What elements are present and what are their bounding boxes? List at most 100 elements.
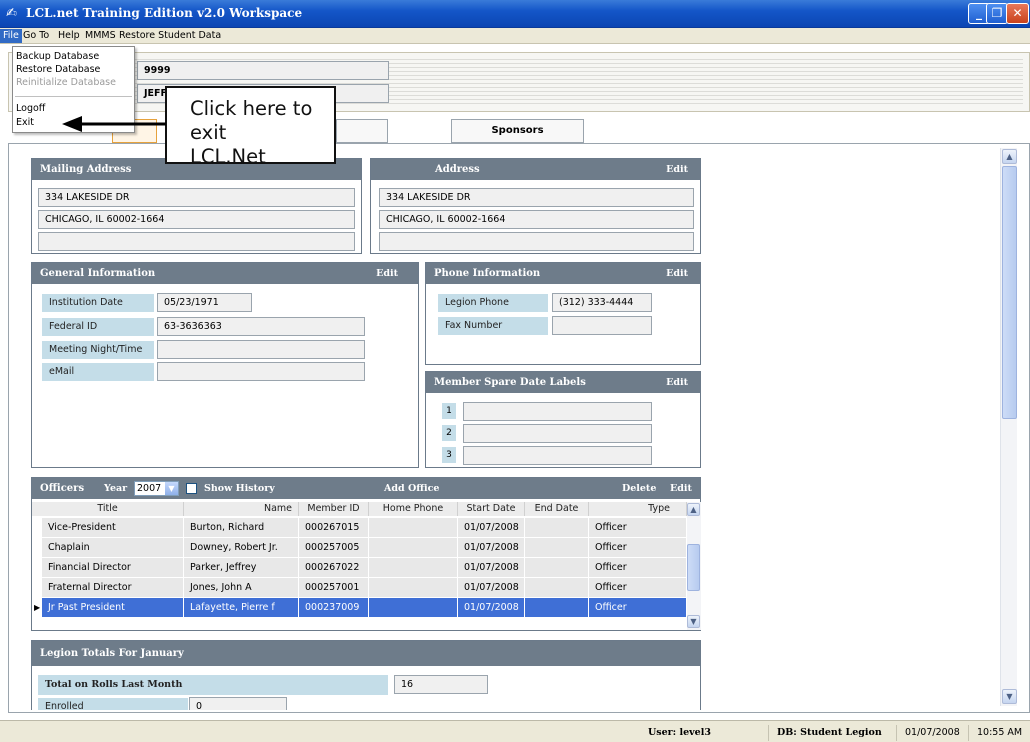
scroll-down-icon[interactable]: ▼ [1002, 689, 1017, 704]
table-cell-home-phone [369, 538, 458, 557]
table-cell-member-id: 000257001 [299, 578, 369, 597]
col-member-id[interactable]: Member ID [299, 502, 369, 516]
spare-number-2: 2 [442, 425, 456, 441]
physical-line-1: 334 LAKESIDE DR [379, 188, 694, 207]
col-name[interactable]: Name [184, 502, 299, 516]
table-cell-title: Vice-President [42, 518, 184, 537]
enrolled-label: Enrolled [38, 698, 188, 710]
table-cell-title: Fraternal Director [42, 578, 184, 597]
year-value: 2007 [137, 483, 162, 494]
officers-edit[interactable]: Edit [670, 478, 692, 499]
legion-totals-panel: Legion Totals For January Total on Rolls… [31, 640, 701, 710]
table-cell-end-date [525, 558, 589, 577]
menu-logoff[interactable]: Logoff [16, 102, 45, 115]
spare-field-3 [463, 446, 652, 465]
table-cell-start-date: 01/07/2008 [458, 518, 525, 537]
menu-reinitialize-database: Reinitialize Database [16, 77, 116, 88]
main-scrollbar[interactable]: ▲ ▼ [1000, 148, 1017, 706]
officers-scroll-up-icon[interactable]: ▲ [687, 503, 700, 516]
email-field [157, 362, 365, 381]
rolls-value: 16 [394, 675, 488, 694]
mailing-line-1: 334 LAKESIDE DR [38, 188, 355, 207]
spare-field-2 [463, 424, 652, 443]
status-user: User: level3 [648, 727, 711, 738]
physical-line-3 [379, 232, 694, 251]
table-cell-member-id: 000267022 [299, 558, 369, 577]
chevron-down-icon[interactable]: ▼ [165, 482, 178, 495]
officers-header: Officers [32, 478, 700, 499]
scroll-thumb[interactable] [1002, 166, 1017, 419]
physical-address-title: Address [371, 159, 700, 180]
spare-number-1: 1 [442, 403, 456, 419]
menu-backup-database[interactable]: Backup Database [16, 50, 99, 63]
delete-link[interactable]: Delete [622, 478, 656, 499]
phone-info-edit[interactable]: Edit [666, 263, 688, 284]
menu-file[interactable]: File [0, 29, 22, 43]
officers-scroll-thumb[interactable] [687, 544, 700, 591]
spare-field-1 [463, 402, 652, 421]
officers-scrollbar[interactable]: ▲ ▼ [687, 502, 701, 630]
physical-address-edit[interactable]: Edit [666, 159, 688, 180]
menu-restore-database[interactable]: Restore Database [16, 63, 100, 76]
tab-sponsors[interactable]: Sponsors [451, 119, 584, 143]
year-select[interactable]: 2007 ▼ [134, 481, 179, 496]
menu-exit[interactable]: Exit [16, 116, 34, 129]
menu-go-to[interactable]: Go To [20, 29, 52, 43]
menu-mmms[interactable]: MMMS [82, 29, 119, 43]
col-start-date[interactable]: Start Date [458, 502, 525, 516]
maximize-button[interactable]: ❐ [986, 3, 1008, 24]
institution-date-field: 05/23/1971 [157, 293, 252, 312]
table-cell-end-date [525, 518, 589, 537]
general-info-panel: General Information Edit Institution Dat… [31, 262, 419, 468]
year-label: Year [104, 483, 128, 494]
table-cell-name: Lafayette, Pierre f [184, 598, 299, 617]
mailing-line-3 [38, 232, 355, 251]
email-label: eMail [42, 363, 154, 381]
table-cell-end-date [525, 538, 589, 557]
col-end-date[interactable]: End Date [525, 502, 589, 516]
table-cell-start-date: 01/07/2008 [458, 558, 525, 577]
rolls-label: Total on Rolls Last Month [38, 675, 388, 695]
scroll-up-icon[interactable]: ▲ [1002, 149, 1017, 164]
table-cell-type: Officer [589, 538, 687, 557]
table-cell-type: Officer [589, 598, 687, 617]
tab-hidden[interactable] [336, 119, 388, 143]
table-cell-member-id: 000267015 [299, 518, 369, 537]
federal-id-label: Federal ID [42, 318, 154, 336]
fax-label: Fax Number [438, 317, 548, 335]
table-cell-name: Burton, Richard [184, 518, 299, 537]
officers-title: Officers [40, 483, 85, 494]
general-info-edit[interactable]: Edit [376, 263, 398, 284]
legion-phone-field: (312) 333-4444 [552, 293, 652, 312]
table-cell-name: Downey, Robert Jr. [184, 538, 299, 557]
col-title[interactable]: Title [32, 502, 184, 516]
menu-restore-student-data[interactable]: Restore Student Data [116, 29, 224, 43]
spare-number-3: 3 [442, 447, 456, 463]
table-cell-home-phone [369, 518, 458, 537]
phone-info-title: Phone Information [426, 263, 700, 284]
meeting-field [157, 340, 365, 359]
add-office-link[interactable]: Add Office [384, 478, 439, 499]
callout-line-2: LCL.Net [190, 145, 266, 168]
table-cell-end-date [525, 578, 589, 597]
general-info-title: General Information [32, 263, 418, 284]
legion-phone-label: Legion Phone [438, 294, 548, 312]
col-home-phone[interactable]: Home Phone [369, 502, 458, 516]
col-type[interactable]: Type [589, 502, 687, 516]
table-cell-type: Officer [589, 578, 687, 597]
row-selector-icon: ▶ [34, 603, 41, 612]
status-time: 10:55 AM [968, 725, 1030, 741]
officers-scroll-down-icon[interactable]: ▼ [687, 615, 700, 628]
status-bar: User: level3 DB: Student Legion 01/07/20… [0, 720, 1030, 742]
federal-id-field: 63-3636363 [157, 317, 365, 336]
menu-help[interactable]: Help [55, 29, 83, 43]
show-history-checkbox[interactable] [186, 483, 197, 494]
lcl-app-icon: ✍ [6, 6, 17, 21]
table-cell-member-id: 000237009 [299, 598, 369, 617]
callout-line-1: Click here to exit [190, 97, 313, 144]
table-cell-type: Officer [589, 558, 687, 577]
spare-labels-title: Member Spare Date Labels [426, 372, 700, 393]
table-cell-type: Officer [589, 518, 687, 537]
close-button[interactable]: ✕ [1006, 3, 1029, 24]
spare-labels-edit[interactable]: Edit [666, 372, 688, 393]
